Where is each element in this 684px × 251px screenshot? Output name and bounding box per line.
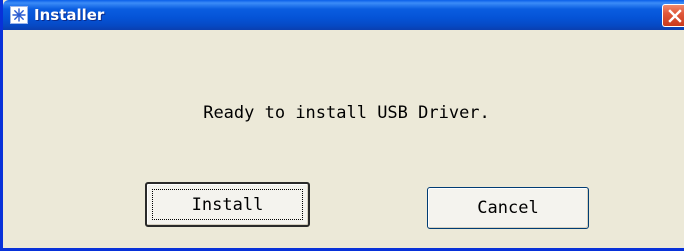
cancel-button-label: Cancel: [477, 198, 539, 218]
install-message: Ready to install USB Driver.: [203, 103, 490, 123]
snowflake-icon: [10, 6, 28, 24]
dialog-body: Ready to install USB Driver. Install Can…: [6, 30, 684, 245]
close-icon: [668, 9, 682, 23]
installer-window: Installer Ready to install USB Driver. I…: [0, 0, 684, 251]
close-button[interactable]: [662, 4, 684, 27]
cancel-button[interactable]: Cancel: [427, 187, 589, 229]
title-bar[interactable]: Installer: [3, 0, 684, 30]
focus-rectangle: [152, 189, 303, 220]
window-title: Installer: [34, 6, 105, 24]
install-button[interactable]: Install: [145, 182, 310, 227]
